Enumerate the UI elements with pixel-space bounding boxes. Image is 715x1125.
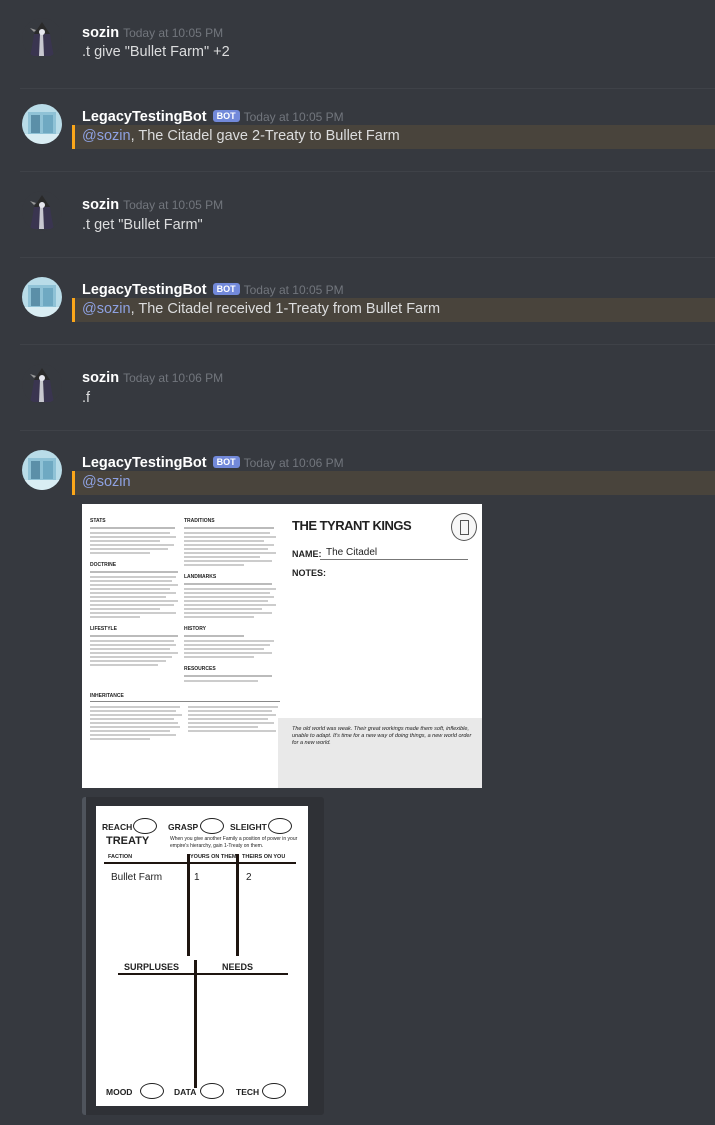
col-theirs: THEIRS ON YOU (242, 854, 286, 860)
bot-avatar[interactable] (22, 277, 62, 317)
stat-bubble (200, 1083, 224, 1099)
row-yours: 1 (194, 872, 200, 883)
timestamp: Today at 10:06 PM (123, 371, 224, 385)
user-avatar[interactable] (22, 364, 62, 404)
table-rule (236, 854, 239, 956)
message-divider (20, 88, 715, 89)
playbook-sheet-image[interactable]: STATS DOCTRINE LIFESTYLE TRADITIONS LAND… (82, 504, 482, 788)
username[interactable]: sozin (82, 197, 119, 213)
timestamp: Today at 10:05 PM (243, 110, 344, 124)
message-divider (20, 344, 715, 345)
sheet-inheritance: INHERITANCE (90, 693, 280, 742)
row-theirs: 2 (246, 872, 252, 883)
message-text: .t give "Bullet Farm" +2 (82, 44, 230, 60)
sheet-col1: STATS DOCTRINE LIFESTYLE (90, 518, 180, 668)
username[interactable]: LegacyTestingBot (82, 109, 207, 125)
message-header: sozin Today at 10:05 PM (82, 24, 223, 42)
stat-mood: MOOD (106, 1087, 133, 1097)
stat-sleight: SLEIGHT (230, 822, 267, 832)
bot-badge: BOT (212, 456, 240, 468)
sheet-head-doctrine: DOCTRINE (90, 562, 117, 568)
user-mention[interactable]: @sozin (82, 474, 131, 490)
treaty-description: When you give another Family a position … (170, 836, 298, 849)
message-text: @sozin (82, 474, 131, 490)
user-mention[interactable]: @sozin (82, 301, 131, 317)
timestamp: Today at 10:05 PM (243, 283, 344, 297)
sheet-seal (451, 513, 477, 541)
stat-grasp: GRASP (168, 822, 199, 832)
needs-label: NEEDS (222, 962, 254, 972)
stat-data: DATA (174, 1087, 197, 1097)
stat-bubble (133, 818, 157, 834)
user-mention[interactable]: @sozin (82, 128, 131, 144)
stat-bubble (262, 1083, 286, 1099)
username[interactable]: LegacyTestingBot (82, 282, 207, 298)
surpluses-label: SURPLUSES (124, 962, 180, 972)
message-text: .t get "Bullet Farm" (82, 217, 203, 233)
table-rule (194, 960, 197, 1088)
message-header: LegacyTestingBot BOT Today at 10:05 PM (82, 108, 344, 126)
row-faction: Bullet Farm (111, 872, 163, 883)
bot-badge: BOT (212, 110, 240, 122)
message-4: LegacyTestingBot BOT Today at 10:05 PM @so… (0, 273, 715, 343)
mention-highlight: @sozin, The Citadel gave 2-Treaty to Bul… (72, 125, 715, 149)
message-divider (20, 430, 715, 431)
message-text: .f (82, 390, 91, 406)
username[interactable]: sozin (82, 370, 119, 386)
user-avatar[interactable] (22, 18, 62, 58)
stat-reach: REACH (102, 822, 133, 832)
table-rule (104, 862, 296, 864)
username[interactable]: LegacyTestingBot (82, 455, 207, 471)
stat-bubble (140, 1083, 164, 1099)
col-yours: YOURS ON THEM (190, 854, 237, 860)
stat-tech: TECH (236, 1087, 260, 1097)
bot-avatar[interactable] (22, 104, 62, 144)
mention-highlight: @sozin (72, 471, 715, 495)
sheet-notes-label: NOTES: (292, 568, 327, 578)
mention-highlight: @sozin, The Citadel received 1-Treaty fr… (72, 298, 715, 322)
message-header: LegacyTestingBot BOT Today at 10:05 PM (82, 281, 344, 299)
sheet-head-landmarks: LANDMARKS (184, 574, 217, 580)
message-divider (20, 171, 715, 172)
sheet-head-stats: STATS (90, 518, 106, 524)
user-avatar[interactable] (22, 191, 62, 231)
treaty-sheet-image[interactable]: REACH GRASP SLEIGHT TREATY When you give… (96, 806, 308, 1106)
message-text-rest: , The Citadel received 1-Treaty from Bul… (130, 301, 441, 317)
table-rule (118, 973, 288, 975)
sheet-head-resources: RESOURCES (184, 666, 216, 672)
name-underline (320, 559, 468, 560)
stat-bubble (268, 818, 292, 834)
table-rule (187, 854, 190, 956)
timestamp: Today at 10:05 PM (123, 198, 224, 212)
bot-badge: BOT (212, 283, 240, 295)
username[interactable]: sozin (82, 25, 119, 41)
col-faction: FACTION (108, 854, 133, 860)
message-text: @sozin, The Citadel received 1-Treaty fr… (82, 301, 440, 317)
message-1: sozin Today at 10:05 PM .t give "Bullet F… (0, 0, 715, 90)
message-header: sozin Today at 10:06 PM (82, 369, 223, 387)
message-text-rest: , The Citadel gave 2-Treaty to Bullet Fa… (130, 128, 400, 144)
treaty-title: TREATY (106, 835, 150, 847)
message-divider (20, 257, 715, 258)
message-5: sozin Today at 10:06 PM .f (0, 353, 715, 433)
bot-avatar[interactable] (22, 450, 62, 490)
sheet-head-traditions: TRADITIONS (184, 518, 215, 524)
message-3: sozin Today at 10:05 PM .t get "Bullet Fa… (0, 180, 715, 260)
sheet-name-label: NAME: (292, 549, 322, 559)
sheet-head-inheritance: INHERITANCE (90, 693, 124, 699)
timestamp: Today at 10:06 PM (243, 456, 344, 470)
sheet-name-value: The Citadel (326, 547, 378, 558)
timestamp: Today at 10:05 PM (123, 26, 224, 40)
message-2: LegacyTestingBot BOT Today at 10:05 PM @so… (0, 100, 715, 170)
sheet-col2: TRADITIONS LANDMARKS HISTORY RESOURCES (184, 518, 280, 684)
message-header: sozin Today at 10:05 PM (82, 196, 223, 214)
sheet-head-lifestyle: LIFESTYLE (90, 626, 117, 632)
sheet-head-history: HISTORY (184, 626, 206, 632)
message-text: @sozin, The Citadel gave 2-Treaty to Bul… (82, 128, 400, 144)
sheet-title: THE TYRANT KINGS (292, 518, 412, 533)
message-header: LegacyTestingBot BOT Today at 10:06 PM (82, 454, 344, 472)
stat-bubble (200, 818, 224, 834)
image-embed: REACH GRASP SLEIGHT TREATY When you give… (82, 797, 324, 1115)
sheet-quote: The old world was weak. Their great work… (292, 726, 472, 746)
